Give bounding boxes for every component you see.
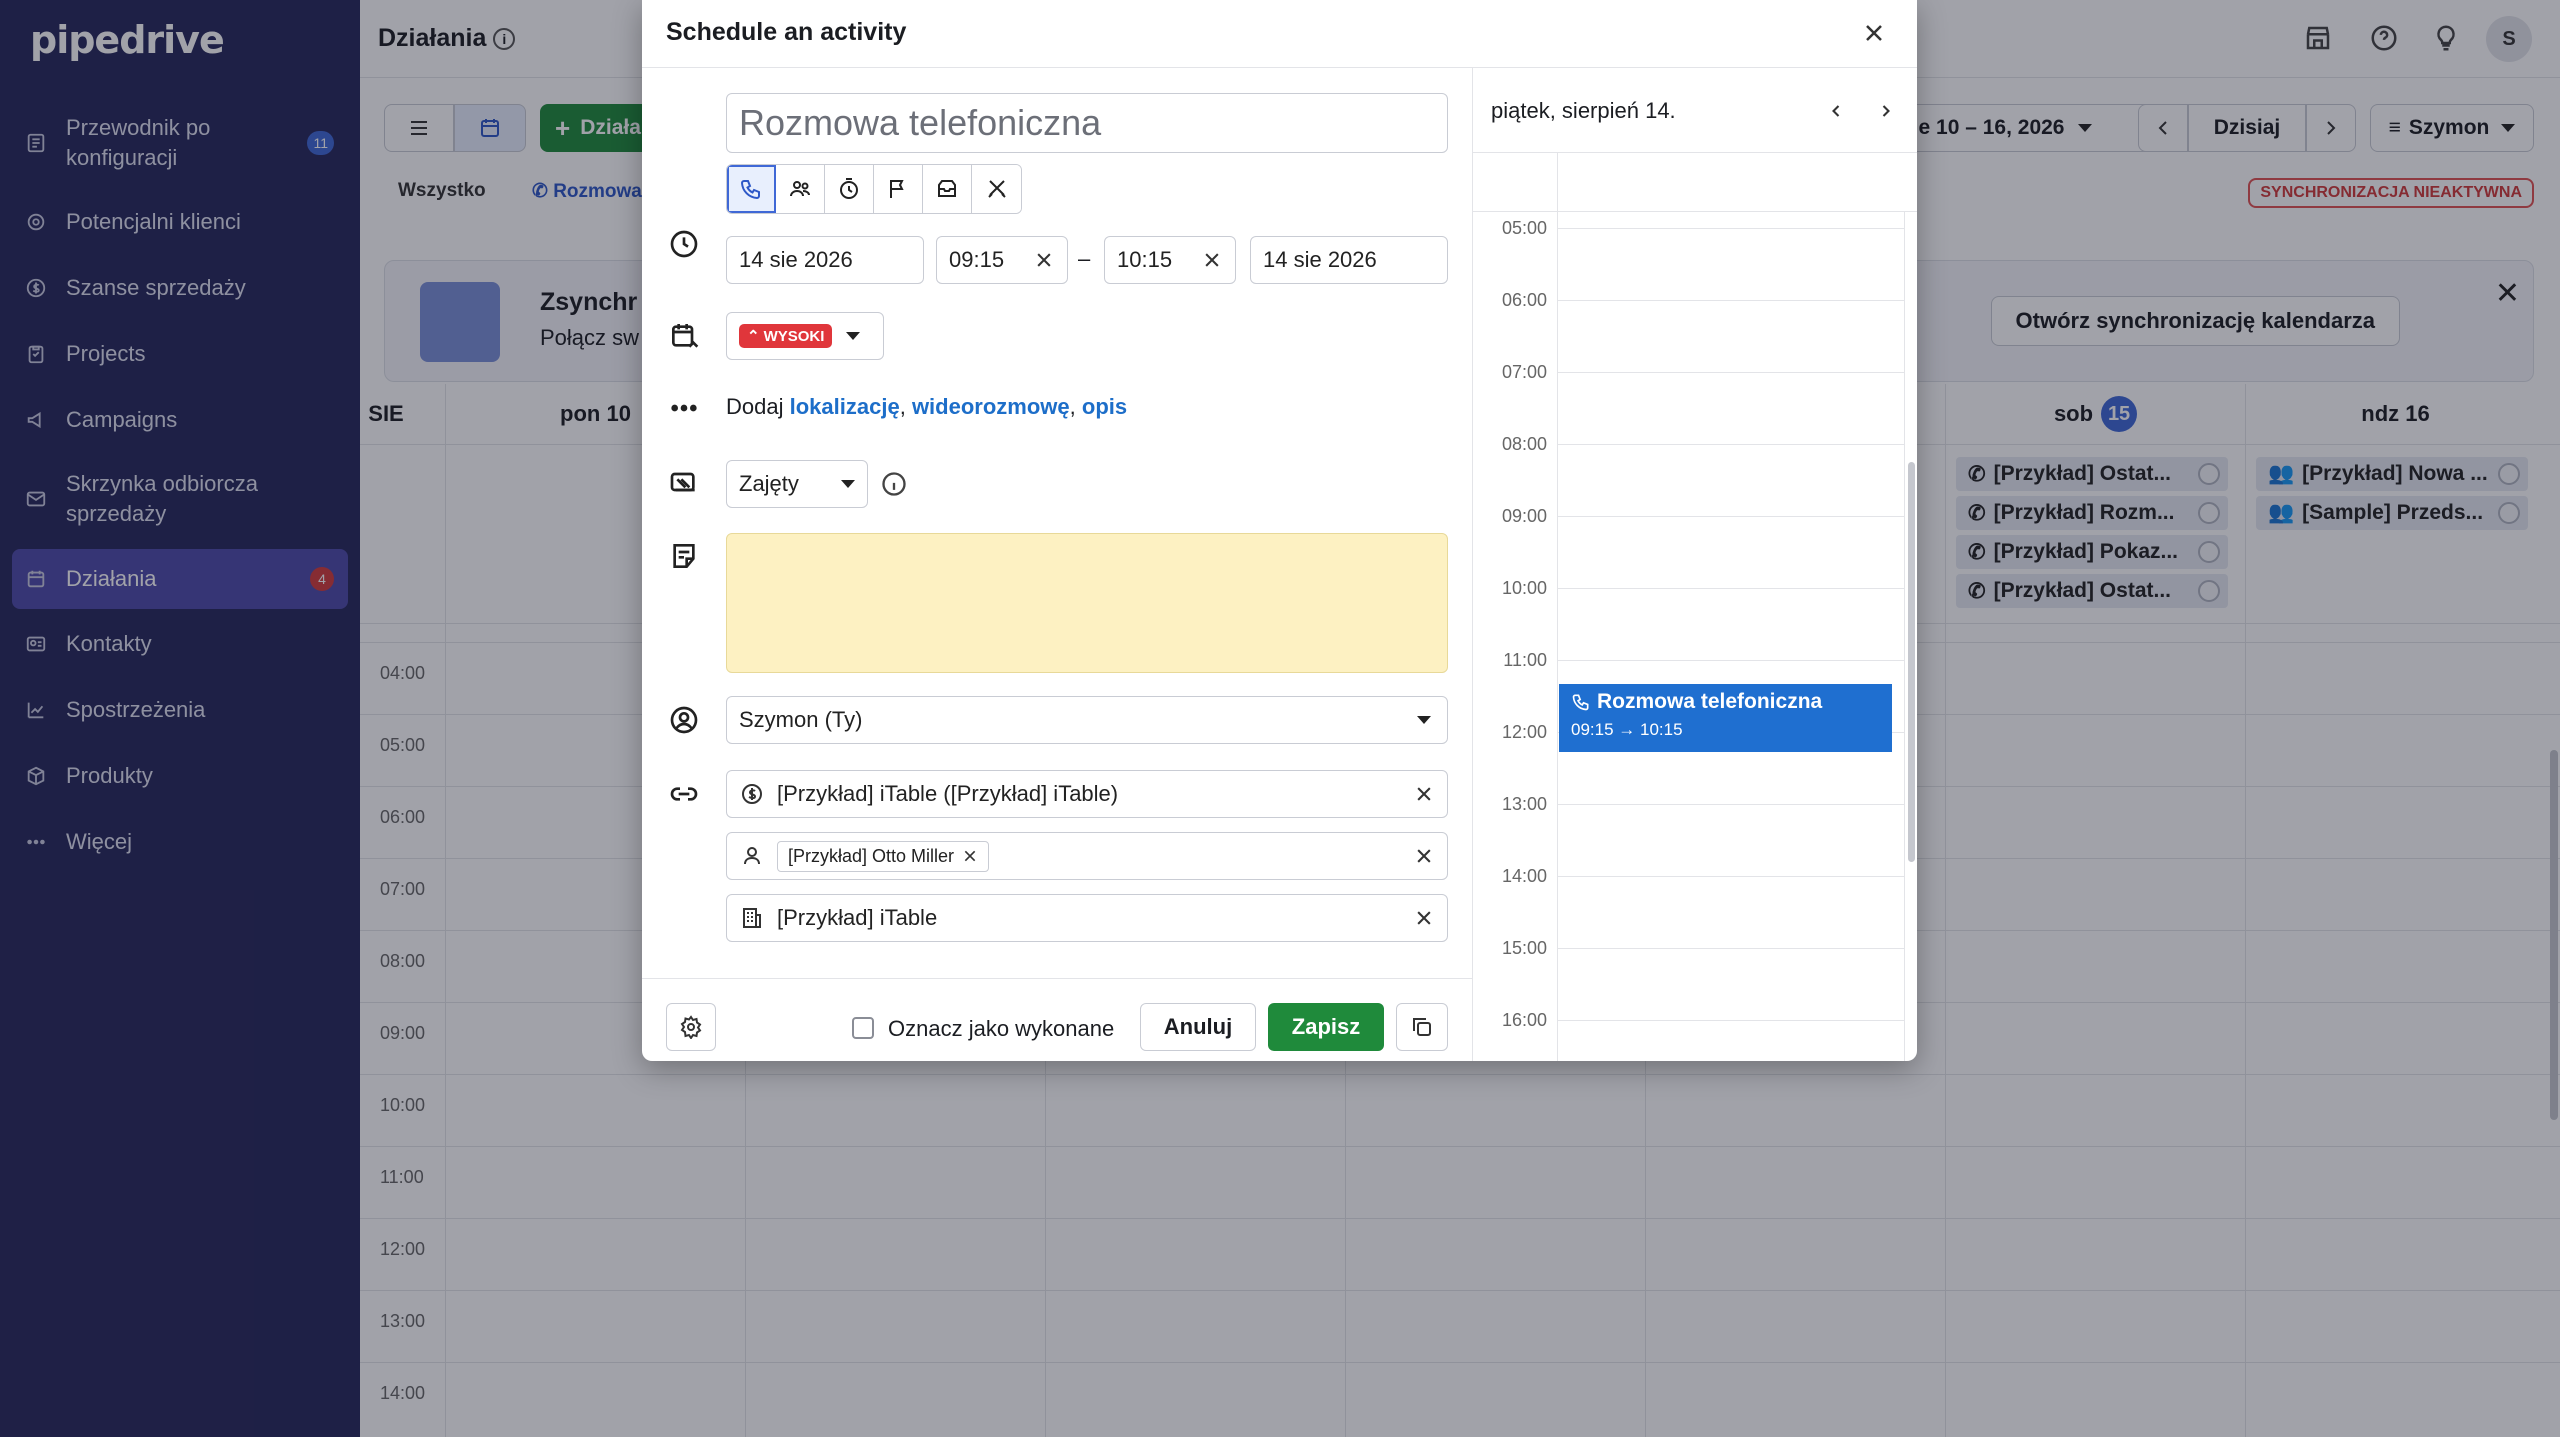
clock-icon [666, 226, 702, 262]
hour-row [1557, 300, 1904, 372]
hour-label: 09:00 [1501, 506, 1547, 526]
chevron-down-icon [1417, 716, 1431, 724]
scrollbar[interactable] [1908, 462, 1915, 862]
link-icon [666, 776, 702, 812]
save-button[interactable]: Zapisz [1268, 1003, 1384, 1051]
time-separator: – [1078, 246, 1091, 271]
priority-calendar-icon [666, 318, 702, 354]
preview-date: piątek, sierpień 14. [1491, 98, 1676, 123]
chevron-down-icon [841, 480, 855, 488]
hour-label: 12:00 [1501, 722, 1547, 742]
activity-type-selector [726, 164, 1022, 214]
copy-icon [1413, 1018, 1431, 1036]
activity-form: Rozmowa telefoniczna 14 sie 2026 09:15 –… [642, 68, 1472, 1061]
availability-icon [666, 464, 702, 500]
hour-row [1557, 444, 1904, 516]
chevron-right-icon[interactable] [1869, 94, 1903, 128]
schedule-activity-modal: Schedule an activity Rozmowa telefoniczn… [642, 0, 1917, 1061]
cancel-button[interactable]: Anuluj [1140, 1003, 1256, 1051]
subject-input[interactable]: Rozmowa telefoniczna [726, 93, 1448, 153]
lunch-icon[interactable] [972, 165, 1021, 213]
mark-done-label: Oznacz jako wykonane [888, 1016, 1115, 1041]
hour-label: 07:00 [1501, 362, 1547, 382]
organization-field[interactable]: [Przykład] iTable [726, 894, 1448, 942]
dollar-icon [739, 781, 765, 807]
close-icon[interactable] [1857, 16, 1891, 50]
add-description-link[interactable]: opis [1082, 394, 1127, 419]
hour-row [1557, 588, 1904, 660]
deadline-icon[interactable] [825, 165, 874, 213]
hour-row [1557, 804, 1904, 876]
email-icon[interactable] [923, 165, 972, 213]
chevron-up-icon: ⌃ [747, 328, 760, 345]
end-date-input[interactable]: 14 sie 2026 [1250, 236, 1448, 284]
hour-label: 08:00 [1501, 434, 1547, 454]
flag-icon[interactable] [874, 165, 923, 213]
hour-label: 06:00 [1501, 290, 1547, 310]
end-time-input[interactable]: 10:15 [1104, 236, 1236, 284]
hour-label: 10:00 [1501, 578, 1547, 598]
divider [1557, 152, 1558, 212]
hour-label: 16:00 [1501, 1010, 1547, 1030]
preview-time-grid[interactable]: 05:00 06:00 07:00 08:00 09:00 10:00 11:0… [1473, 212, 1917, 1061]
deal-field[interactable]: [Przykład] iTable ([Przykład] iTable) [726, 770, 1448, 818]
info-icon[interactable] [880, 470, 908, 498]
phone-icon[interactable] [727, 165, 776, 213]
modal-title: Schedule an activity [666, 18, 907, 46]
priority-badge: ⌃ WYSOKI [739, 324, 833, 348]
hour-label: 14:00 [1501, 866, 1547, 886]
hour-row [1557, 1020, 1904, 1061]
hour-row [1557, 876, 1904, 948]
hour-row [1557, 228, 1904, 300]
clear-icon[interactable] [1411, 781, 1437, 807]
add-location-link[interactable]: lokalizację [790, 394, 900, 419]
remove-icon[interactable] [962, 848, 978, 864]
scheduled-event-preview[interactable]: Rozmowa telefoniczna 09:15 → 10:15 [1559, 684, 1892, 752]
person-icon [739, 843, 765, 869]
start-time-input[interactable]: 09:15 [936, 236, 1068, 284]
person-chip: [Przykład] Otto Miller [777, 840, 990, 872]
note-icon [666, 538, 702, 574]
add-video-link[interactable]: wideorozmowę [912, 394, 1070, 419]
hour-row [1557, 948, 1904, 1020]
note-textarea[interactable] [726, 533, 1448, 673]
priority-select[interactable]: ⌃ WYSOKI [726, 312, 884, 360]
modal-footer: Oznacz jako wykonane Anuluj Zapisz [642, 978, 1472, 1061]
hour-row [1557, 372, 1904, 444]
duplicate-button[interactable] [1396, 1003, 1448, 1051]
hour-label: 05:00 [1501, 218, 1547, 238]
settings-button[interactable] [666, 1003, 716, 1051]
clear-icon[interactable] [1031, 247, 1057, 273]
more-icon [666, 390, 702, 426]
chevron-left-icon[interactable] [1819, 94, 1853, 128]
clear-icon[interactable] [1411, 843, 1437, 869]
gear-icon [680, 1015, 702, 1039]
modal-header: Schedule an activity [642, 0, 1917, 68]
divider [1904, 212, 1905, 1061]
hour-row [1557, 516, 1904, 588]
phone-icon [1572, 694, 1589, 711]
mark-done-checkbox[interactable] [852, 1017, 874, 1039]
hour-label: 13:00 [1501, 794, 1547, 814]
hour-label: 11:00 [1503, 650, 1547, 670]
person-field[interactable]: [Przykład] Otto Miller [726, 832, 1448, 880]
user-circle-icon [666, 702, 702, 738]
start-date-input[interactable]: 14 sie 2026 [726, 236, 924, 284]
building-icon [739, 905, 765, 931]
day-preview-calendar: piątek, sierpień 14. 05:00 06:00 07:00 0… [1472, 68, 1917, 1061]
preview-all-day-row [1473, 152, 1917, 212]
availability-select[interactable]: Zajęty [726, 460, 868, 508]
meeting-icon[interactable] [776, 165, 825, 213]
owner-select[interactable]: Szymon (Ty) [726, 696, 1448, 744]
clear-icon[interactable] [1199, 247, 1225, 273]
add-details-links: Dodaj lokalizację, wideorozmowę, opis [726, 394, 1128, 419]
chevron-down-icon [846, 332, 861, 340]
hour-label: 15:00 [1501, 938, 1547, 958]
clear-icon[interactable] [1411, 905, 1437, 931]
